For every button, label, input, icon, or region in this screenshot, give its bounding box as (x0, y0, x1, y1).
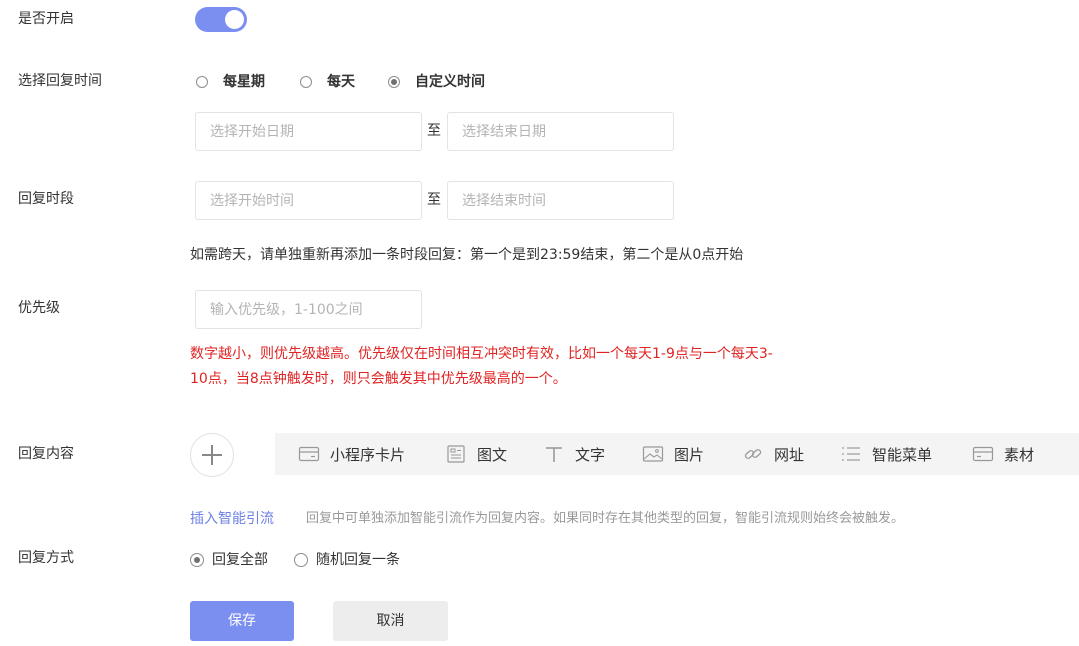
link-icon (744, 449, 762, 459)
mini-program-card-icon (298, 446, 320, 462)
reply-content-label: 回复内容 (18, 446, 74, 462)
material-icon (972, 446, 994, 462)
tool-material[interactable]: 素材 (972, 433, 1034, 475)
radio-reply-all[interactable]: 回复全部 (190, 550, 268, 570)
cancel-button[interactable]: 取消 (333, 601, 448, 641)
reply-period-label: 回复时段 (18, 191, 74, 207)
tool-article[interactable]: 图文 (445, 433, 507, 475)
radio-weekly[interactable]: 每星期 (196, 72, 265, 92)
tool-label: 图文 (477, 445, 508, 464)
end-time-input[interactable] (447, 181, 674, 220)
insert-smart-traffic-link[interactable]: 插入智能引流 (190, 509, 274, 529)
tool-text[interactable]: 文字 (543, 433, 605, 475)
radio-weekly-label: 每星期 (223, 74, 265, 90)
radio-reply-all-label: 回复全部 (212, 552, 268, 568)
image-icon (642, 446, 664, 462)
radio-reply-random[interactable]: 随机回复一条 (294, 550, 400, 570)
radio-circle-checked[interactable] (190, 553, 204, 567)
time-separator: 至 (427, 192, 441, 208)
add-content-button[interactable] (190, 433, 234, 477)
tool-label: 文字 (575, 445, 606, 464)
save-button[interactable]: 保存 (190, 601, 294, 641)
radio-daily[interactable]: 每天 (300, 72, 355, 92)
content-type-toolbar: 小程序卡片 图文 文字 图片 网址 智能菜单 素材 (275, 433, 1079, 475)
tool-image[interactable]: 图片 (642, 433, 704, 475)
tool-label: 网址 (774, 445, 805, 464)
radio-circle[interactable] (294, 553, 308, 567)
radio-circle[interactable] (300, 76, 312, 88)
priority-warning-line1: 数字越小，则优先级越高。优先级仅在时间相互冲突时有效，比如一个每天1-9点与一个… (190, 346, 773, 362)
start-time-input[interactable] (195, 181, 422, 220)
tool-label: 智能菜单 (872, 445, 933, 464)
menu-list-icon (842, 447, 860, 461)
enable-label: 是否开启 (18, 11, 74, 27)
toggle-knob (225, 10, 244, 29)
article-icon (447, 445, 465, 463)
tool-label: 素材 (1004, 445, 1035, 464)
tool-smart-menu[interactable]: 智能菜单 (840, 433, 932, 475)
radio-custom-time[interactable]: 自定义时间 (388, 72, 485, 92)
priority-warning: 数字越小，则优先级越高。优先级仅在时间相互冲突时有效，比如一个每天1-9点与一个… (190, 342, 880, 392)
radio-circle[interactable] (196, 76, 208, 88)
tool-label: 图片 (674, 445, 705, 464)
priority-warning-line2: 10点，当8点钟触发时，则只会触发其中优先级最高的一个。 (190, 371, 567, 387)
radio-circle-checked[interactable] (388, 76, 400, 88)
priority-input[interactable] (195, 290, 422, 329)
start-date-input[interactable] (195, 112, 422, 151)
insert-smart-traffic-desc: 回复中可单独添加智能引流作为回复内容。如果同时存在其他类型的回复，智能引流规则始… (306, 511, 905, 526)
reply-mode-label: 回复方式 (18, 550, 74, 566)
date-separator: 至 (427, 123, 441, 139)
tool-label: 小程序卡片 (330, 445, 406, 464)
radio-daily-label: 每天 (327, 74, 355, 90)
reply-time-label: 选择回复时间 (18, 73, 102, 89)
enable-toggle[interactable] (195, 7, 247, 32)
radio-reply-random-label: 随机回复一条 (316, 552, 400, 568)
priority-label: 优先级 (18, 300, 60, 316)
end-date-input[interactable] (447, 112, 674, 151)
radio-custom-label: 自定义时间 (415, 74, 485, 90)
tool-mini-program-card[interactable]: 小程序卡片 (298, 433, 405, 475)
tool-link[interactable]: 网址 (742, 433, 804, 475)
cross-day-hint: 如需跨天，请单独重新再添加一条时段回复：第一个是到23:59结束，第二个是从0点… (190, 247, 744, 263)
text-icon (546, 447, 562, 462)
